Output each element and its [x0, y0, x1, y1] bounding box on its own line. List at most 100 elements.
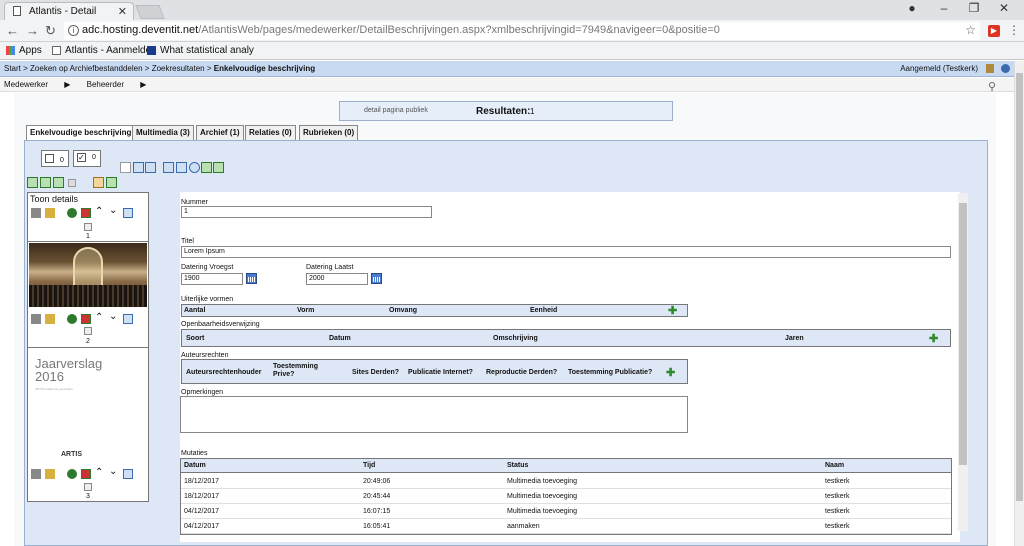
scrollbar-thumb[interactable] — [959, 203, 967, 465]
unchecked-counter[interactable]: 0 — [41, 150, 69, 167]
maximize-icon[interactable]: ❐ — [966, 1, 982, 15]
add-icon[interactable]: ✚ — [666, 368, 675, 379]
edit-icon[interactable] — [45, 314, 55, 324]
scrollbar-thumb[interactable] — [1016, 73, 1023, 501]
datering-laatst-field[interactable]: 2000 — [306, 273, 368, 285]
copy-green-icon[interactable] — [201, 162, 212, 173]
info-icon[interactable] — [189, 162, 200, 173]
open-window-icon[interactable] — [123, 469, 133, 479]
menu-medewerker[interactable]: Medewerker ▶ — [4, 80, 70, 89]
menu-beheerder[interactable]: Beheerder ▶ — [87, 80, 147, 89]
print-icon[interactable] — [31, 314, 41, 324]
add-child-icon[interactable] — [40, 177, 51, 188]
person-icon[interactable] — [67, 208, 77, 218]
save-icon[interactable] — [133, 162, 144, 173]
browser-menu-icon[interactable]: ⋮ — [1008, 23, 1020, 37]
move-up-icon[interactable]: ⌃ — [95, 207, 105, 218]
divider — [28, 241, 148, 242]
move-up-icon[interactable]: ⌃ — [95, 468, 105, 479]
form-scrollbar[interactable] — [958, 193, 968, 531]
edit-icon[interactable] — [45, 208, 55, 218]
tab-rubrieken[interactable]: Rubrieken (0) — [299, 125, 359, 140]
browser-tab[interactable]: Atlantis - Detail ✕ — [4, 2, 134, 20]
thumbnail-3-checkbox[interactable] — [84, 483, 92, 491]
address-bar[interactable]: i adc.hosting.deventit.net/AtlantisWeb/p… — [64, 22, 980, 40]
close-window-icon[interactable]: ✕ — [996, 1, 1012, 15]
thumbnail-3-image[interactable]: Jaarverslag 2016 ARTIS maakt iets geschi… — [29, 349, 111, 459]
open-window-icon[interactable] — [123, 314, 133, 324]
bookmark-atlantis[interactable]: Atlantis - Aanmelden — [52, 45, 157, 56]
tab-relaties[interactable]: Relaties (0) — [245, 125, 296, 140]
add-sibling-icon[interactable] — [53, 177, 64, 188]
thumbnail-2-image[interactable] — [29, 243, 147, 307]
forward-icon[interactable]: → — [26, 23, 39, 38]
breadcrumb-start[interactable]: Start — [4, 64, 21, 73]
thumbnail-2-number: 2 — [86, 338, 90, 345]
opmerkingen-textarea[interactable] — [180, 396, 688, 433]
checked-counter[interactable]: ✓ 0 — [73, 150, 101, 167]
logged-in-label: Aangemeld (Testkerk) — [900, 64, 978, 73]
thumbnail-1-checkbox[interactable] — [84, 223, 92, 231]
open-window-icon[interactable] — [123, 208, 133, 218]
download-icon[interactable] — [81, 314, 91, 324]
download-icon[interactable] — [81, 469, 91, 479]
cell-naam: testkerk — [825, 523, 850, 530]
thumbnail-1-alt[interactable]: Toon details — [30, 194, 78, 204]
move-down-icon[interactable]: ⌄ — [109, 467, 119, 479]
save-as-icon[interactable] — [145, 162, 156, 173]
bookmark-apps[interactable]: Apps — [6, 45, 42, 56]
close-tab-icon[interactable]: ✕ — [118, 5, 127, 18]
move-green-icon[interactable] — [213, 162, 224, 173]
opmerkingen-label: Opmerkingen — [181, 389, 224, 396]
print-icon[interactable] — [31, 469, 41, 479]
profile-icon[interactable]: ● — [904, 1, 920, 15]
edit-icon[interactable] — [45, 469, 55, 479]
url-path: /AtlantisWeb/pages/medewerker/DetailBesc… — [198, 24, 720, 36]
add-record-icon[interactable] — [27, 177, 38, 188]
export-icon[interactable] — [93, 177, 104, 188]
cell-tijd: 16:07:15 — [363, 508, 391, 515]
datering-vroegst-field[interactable]: 1900 — [181, 273, 243, 285]
download-icon[interactable] — [81, 208, 91, 218]
breadcrumb: Start > Zoeken op Archiefbestanddelen > … — [0, 61, 1014, 77]
thumbnail-3-actions: ⌃ ⌄ — [31, 467, 133, 481]
results-publiek-link[interactable]: detail pagina publiek — [364, 107, 428, 114]
nummer-field[interactable]: 1 — [181, 206, 432, 218]
add-icon[interactable]: ✚ — [668, 306, 677, 317]
compare-icon[interactable] — [176, 162, 187, 173]
tab-archief[interactable]: Archief (1) — [196, 125, 244, 140]
breadcrumb-zoekresultaten[interactable]: Zoekresultaten — [152, 64, 205, 73]
add-icon[interactable]: ✚ — [929, 334, 938, 345]
mutaties-label: Mutaties — [181, 450, 208, 457]
print-icon[interactable] — [31, 208, 41, 218]
tree-icon[interactable] — [163, 162, 174, 173]
back-icon[interactable]: ← — [6, 23, 19, 38]
bookmark-star-icon[interactable]: ☆ — [965, 23, 976, 37]
extension-icon[interactable]: ▶ — [988, 25, 1000, 37]
minimize-icon[interactable]: – — [936, 1, 952, 15]
move-down-icon[interactable]: ⌄ — [109, 312, 119, 324]
move-up-icon[interactable]: ⌃ — [95, 313, 105, 324]
tab-multimedia[interactable]: Multimedia (3) — [132, 125, 194, 140]
move-down-icon[interactable]: ⌄ — [109, 206, 119, 218]
breadcrumb-zoeken[interactable]: Zoeken op Archiefbestanddelen — [30, 64, 143, 73]
page-scrollbar[interactable] — [1014, 61, 1024, 546]
new-document-icon[interactable] — [120, 162, 131, 173]
reload-icon[interactable]: ↻ — [45, 23, 56, 39]
col-reproductie-derden: Reproductie Derden? — [486, 369, 558, 376]
person-icon[interactable] — [67, 469, 77, 479]
bookmark-statistical[interactable]: What statistical analy — [147, 45, 254, 56]
col-sites-derden: Sites Derden? — [352, 369, 400, 376]
person-icon[interactable] — [67, 314, 77, 324]
new-tab-button[interactable] — [135, 5, 165, 19]
library-icon[interactable] — [986, 64, 994, 73]
help-icon[interactable] — [1001, 64, 1010, 73]
calendar-icon[interactable] — [371, 273, 382, 284]
bicycle-icon[interactable]: ⚲ — [988, 80, 996, 93]
calendar-icon[interactable] — [246, 273, 257, 284]
thumbnail-2-checkbox[interactable] — [84, 327, 92, 335]
info-icon[interactable]: i — [68, 25, 79, 36]
tab-enkelvoudige[interactable]: Enkelvoudige beschrijving — [26, 125, 136, 141]
refresh-icon[interactable] — [106, 177, 117, 188]
titel-field[interactable]: Lorem Ipsum — [181, 246, 951, 258]
